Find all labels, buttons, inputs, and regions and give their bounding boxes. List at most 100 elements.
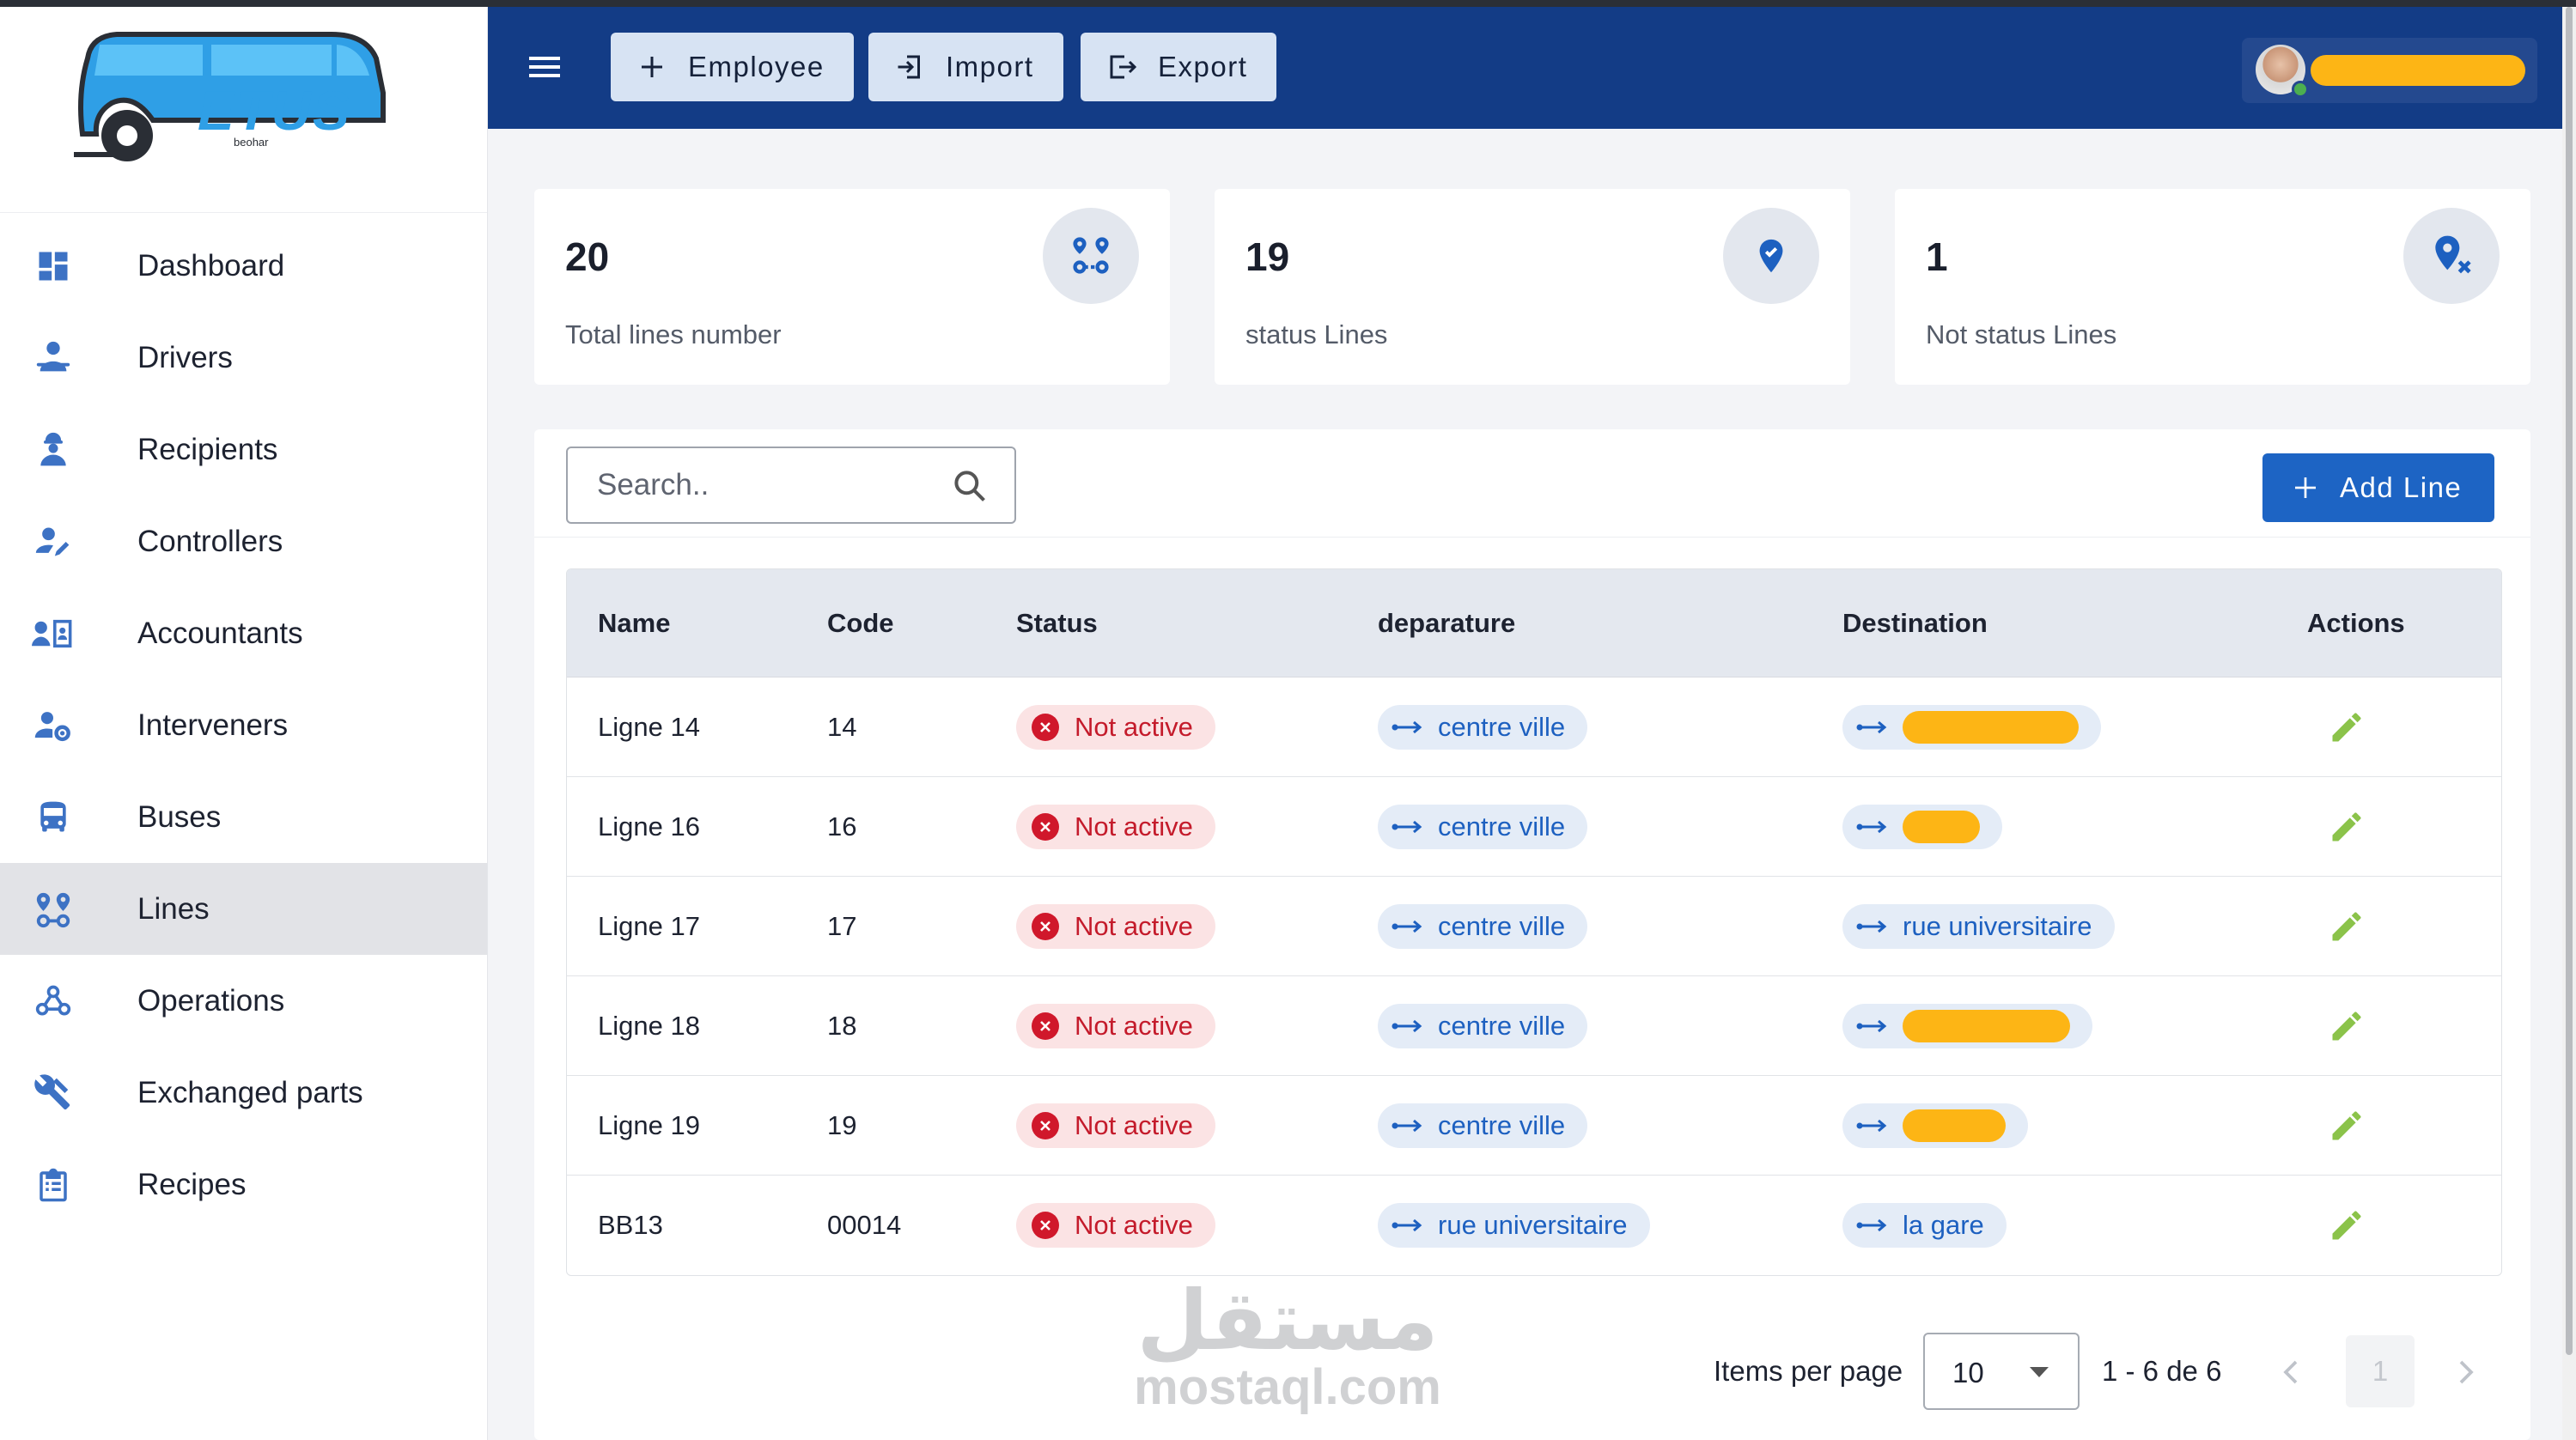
sidebar-item-label: Interveners bbox=[137, 708, 289, 742]
items-per-page-label: Items per page bbox=[1714, 1355, 1903, 1387]
arrow-right-icon bbox=[1392, 1117, 1424, 1134]
line-code: 14 bbox=[827, 712, 857, 742]
departure-chip: centre ville bbox=[1378, 805, 1588, 849]
tools-icon bbox=[31, 1071, 76, 1115]
table-row[interactable]: Ligne 17 17 Not active centre ville rue univ… bbox=[567, 877, 2501, 976]
logo-text: ETUS bbox=[198, 80, 351, 142]
sidebar-item-operations[interactable]: Operations bbox=[0, 955, 487, 1047]
user-menu[interactable] bbox=[2242, 38, 2537, 103]
hamburger-menu-icon[interactable] bbox=[524, 46, 565, 88]
sidebar-item-interveners[interactable]: Interveners bbox=[0, 679, 487, 771]
cancel-icon bbox=[1032, 1112, 1059, 1139]
route-icon bbox=[1043, 208, 1139, 304]
online-status-dot bbox=[2292, 81, 2309, 98]
column-header-destination[interactable]: Destination bbox=[1842, 608, 1988, 639]
departure-text: centre ville bbox=[1438, 1110, 1566, 1140]
table-row[interactable]: Ligne 18 18 Not active centre ville bbox=[567, 976, 2501, 1076]
edit-icon[interactable] bbox=[2328, 708, 2366, 746]
sidebar-item-dashboard[interactable]: Dashboard bbox=[0, 220, 487, 312]
sidebar-item-label: Controllers bbox=[137, 524, 283, 558]
table-row[interactable]: Ligne 16 16 Not active centre ville bbox=[567, 777, 2501, 877]
status-cell: Not active bbox=[1016, 976, 1215, 1076]
status-text: Not active bbox=[1075, 1110, 1193, 1140]
sidebar-item-recipients[interactable]: Recipients bbox=[0, 404, 487, 495]
status-text: Not active bbox=[1075, 911, 1193, 941]
arrow-right-icon bbox=[1856, 918, 1889, 935]
lines-card: Add Line Name Code Status deparature Des… bbox=[534, 429, 2530, 1440]
status-cell: Not active bbox=[1016, 877, 1215, 976]
search-box[interactable] bbox=[566, 447, 1016, 524]
column-header-status[interactable]: Status bbox=[1016, 608, 1098, 639]
table-toolbar: Add Line bbox=[534, 429, 2530, 538]
sidebar-item-label: Drivers bbox=[137, 340, 233, 374]
column-header-name[interactable]: Name bbox=[598, 608, 670, 639]
redacted-destination bbox=[1903, 811, 1980, 843]
table-row[interactable]: Ligne 14 14 Not active centre ville bbox=[567, 677, 2501, 777]
stat-value: 20 bbox=[565, 234, 610, 279]
sidebar-item-buses[interactable]: Buses bbox=[0, 771, 487, 863]
sidebar-item-accountants[interactable]: Accountants bbox=[0, 587, 487, 679]
departure-cell: centre ville bbox=[1378, 677, 1588, 777]
departure-chip: centre ville bbox=[1378, 705, 1588, 750]
departure-text: centre ville bbox=[1438, 811, 1566, 842]
line-name: Ligne 16 bbox=[598, 811, 700, 842]
clipboard-icon bbox=[31, 1163, 76, 1207]
add-line-button[interactable]: Add Line bbox=[2262, 453, 2494, 522]
search-icon[interactable] bbox=[951, 467, 989, 505]
redacted-destination bbox=[1903, 711, 2079, 744]
pagination-range: 1 - 6 de 6 bbox=[2102, 1355, 2222, 1387]
page-size-select[interactable]: 10 bbox=[1923, 1333, 2080, 1410]
actions-cell bbox=[2328, 677, 2366, 777]
search-input[interactable] bbox=[597, 468, 941, 502]
import-button[interactable]: Import bbox=[868, 33, 1063, 101]
chevron-left-icon[interactable] bbox=[2278, 1357, 2304, 1388]
chevron-right-icon[interactable] bbox=[2453, 1357, 2479, 1388]
page-scrollbar[interactable] bbox=[2562, 7, 2576, 1440]
destination-chip: rue universitaire bbox=[1842, 904, 2115, 949]
actions-cell bbox=[2328, 976, 2366, 1076]
sidebar-item-drivers[interactable]: Drivers bbox=[0, 312, 487, 404]
sidebar-item-recipes[interactable]: Recipes bbox=[0, 1139, 487, 1230]
sidebar-item-label: Recipients bbox=[137, 432, 278, 466]
column-header-departure[interactable]: deparature bbox=[1378, 608, 1515, 639]
worker-icon bbox=[31, 428, 76, 472]
departure-chip: centre ville bbox=[1378, 904, 1588, 949]
add-employee-button[interactable]: Employee bbox=[611, 33, 854, 101]
plus-icon bbox=[2292, 474, 2319, 501]
contact-card-icon bbox=[31, 611, 76, 656]
stat-card-status-lines: 19 status Lines bbox=[1215, 189, 1850, 385]
watermark-latin: mostaql.com bbox=[1134, 1359, 1441, 1415]
export-button[interactable]: Export bbox=[1081, 33, 1277, 101]
edit-icon[interactable] bbox=[2328, 1107, 2366, 1145]
sidebar-item-lines[interactable]: Lines bbox=[0, 863, 487, 955]
destination-chip bbox=[1842, 1004, 2092, 1048]
stat-label: status Lines bbox=[1245, 319, 1388, 349]
status-text: Not active bbox=[1075, 1011, 1193, 1041]
status-cell: Not active bbox=[1016, 677, 1215, 777]
line-name: Ligne 14 bbox=[598, 712, 700, 742]
edit-icon[interactable] bbox=[2328, 808, 2366, 846]
status-text: Not active bbox=[1075, 811, 1193, 842]
bus-icon bbox=[31, 795, 76, 840]
edit-icon[interactable] bbox=[2328, 908, 2366, 945]
user-gear-icon bbox=[31, 703, 76, 748]
cancel-icon bbox=[1032, 1212, 1059, 1239]
departure-chip: rue universitaire bbox=[1378, 1203, 1650, 1248]
etus-logo[interactable]: ETUS beohar bbox=[0, 7, 487, 213]
table-row[interactable]: Ligne 19 19 Not active centre ville bbox=[567, 1076, 2501, 1176]
destination-cell: rue universitaire bbox=[1842, 877, 2115, 976]
sidebar-item-controllers[interactable]: Controllers bbox=[0, 495, 487, 587]
sidebar-item-exchanged-parts[interactable]: Exchanged parts bbox=[0, 1047, 487, 1139]
table-row[interactable]: BB13 00014 Not active rue universitaire la g… bbox=[567, 1176, 2501, 1275]
scrollbar-thumb[interactable] bbox=[2566, 7, 2573, 1355]
current-page-button[interactable]: 1 bbox=[2346, 1335, 2415, 1407]
edit-icon[interactable] bbox=[2328, 1206, 2366, 1244]
edit-icon[interactable] bbox=[2328, 1007, 2366, 1045]
export-button-label: Export bbox=[1158, 51, 1248, 82]
column-header-code[interactable]: Code bbox=[827, 608, 894, 639]
stat-value: 19 bbox=[1245, 234, 1290, 279]
sidebar-item-label: Buses bbox=[137, 799, 222, 834]
actions-cell bbox=[2328, 777, 2366, 877]
sidebar-nav: Dashboard Drivers Recipients Controllers… bbox=[0, 213, 487, 1230]
import-button-label: Import bbox=[946, 51, 1034, 82]
